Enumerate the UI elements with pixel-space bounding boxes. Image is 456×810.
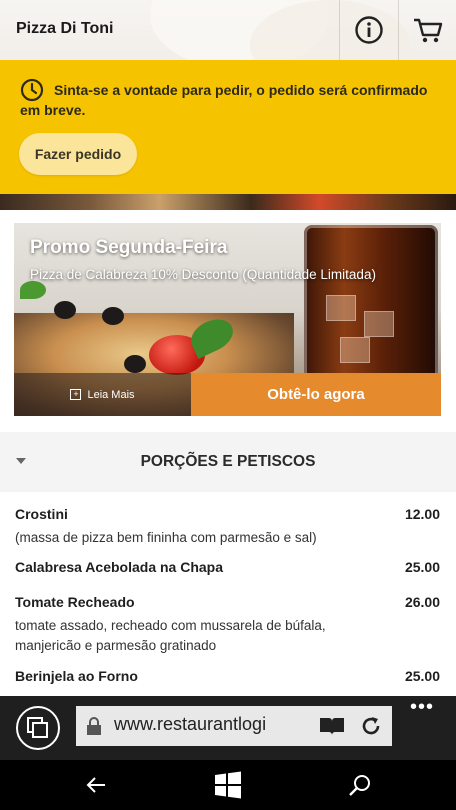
url-text: www.restaurantlogi <box>114 714 267 734</box>
olive-decor <box>54 301 76 319</box>
cart-icon <box>413 18 442 43</box>
item-description: tomate assado, recheado com mussarela de… <box>15 618 326 653</box>
search-icon <box>349 775 370 796</box>
plus-icon: + <box>70 389 82 400</box>
item-price: 25.00 <box>404 668 440 684</box>
more-options-button[interactable]: ••• <box>410 696 434 719</box>
windows-start-button[interactable] <box>198 760 258 810</box>
cart-button[interactable] <box>398 0 456 60</box>
item-name: Berinjela ao Forno <box>15 668 138 684</box>
app-header: Pizza Di Toni <box>0 0 456 60</box>
item-name: Tomate Recheado <box>15 594 135 610</box>
read-more-button[interactable]: + Leia Mais <box>14 373 191 416</box>
search-button[interactable] <box>330 760 390 810</box>
promo-card[interactable]: Promo Segunda-Feira Pizza de Calabreza 1… <box>14 223 441 416</box>
item-price: 12.00 <box>404 506 440 522</box>
info-icon <box>354 16 383 44</box>
tabs-button[interactable] <box>16 706 60 750</box>
refresh-icon[interactable] <box>360 715 382 737</box>
app-title: Pizza Di Toni <box>16 20 114 37</box>
reading-view-icon[interactable] <box>318 715 346 737</box>
item-price: 26.00 <box>404 594 440 610</box>
info-button[interactable] <box>339 0 397 60</box>
item-price: 25.00 <box>404 559 440 575</box>
basil-decor <box>20 281 46 299</box>
promo-subtitle: Pizza de Calabreza 10% Desconto (Quantid… <box>30 267 376 282</box>
olive-decor <box>102 307 124 325</box>
back-button[interactable] <box>66 760 126 810</box>
section-title: PORÇÕES E PETISCOS <box>140 453 316 470</box>
order-button[interactable]: Fazer pedido <box>19 133 137 175</box>
item-description: (massa de pizza bem fininha com parmesão… <box>15 530 317 545</box>
olive-decor <box>124 355 146 373</box>
menu-section-header[interactable]: PORÇÕES E PETISCOS <box>0 432 456 492</box>
hero-pizza-strip <box>0 194 456 210</box>
ice-decor <box>340 337 370 363</box>
system-nav-bar <box>0 760 456 810</box>
ice-decor <box>326 295 356 321</box>
back-arrow-icon <box>86 777 105 793</box>
item-name: Crostini <box>15 506 68 522</box>
get-it-now-button[interactable]: Obtê-lo agora <box>191 373 441 416</box>
browser-bar: www.restaurantlogi ••• <box>0 696 456 760</box>
windows-logo-icon <box>215 771 241 799</box>
ice-decor <box>364 311 394 337</box>
address-bar[interactable]: www.restaurantlogi <box>76 706 392 746</box>
notice-text: Sinta-se a vontade para pedir, o pedido … <box>20 82 428 118</box>
read-more-label: Leia Mais <box>87 388 135 401</box>
tabs-icon <box>27 717 48 738</box>
lock-icon <box>87 717 101 735</box>
promo-title: Promo Segunda-Feira <box>30 237 228 258</box>
item-name: Calabresa Acebolada na Chapa <box>15 559 224 575</box>
